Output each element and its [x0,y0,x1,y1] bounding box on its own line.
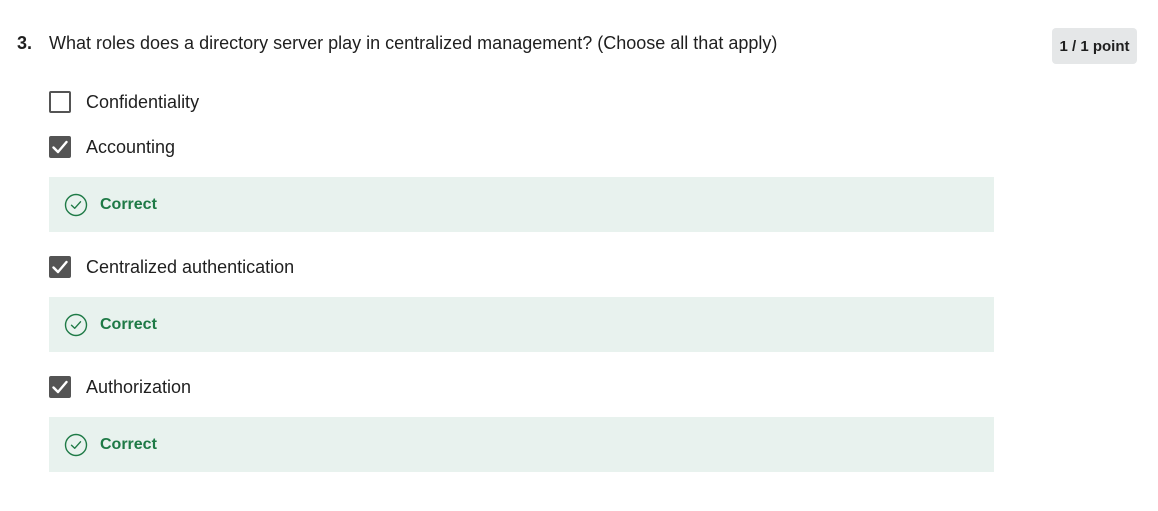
question-number: 3. [17,33,33,53]
option-accounting[interactable]: Accounting [49,132,994,162]
check-circle-icon [64,313,88,337]
option-confidentiality[interactable]: Confidentiality [49,87,994,117]
checkbox-checked[interactable] [49,376,71,398]
option-label: Authorization [86,376,192,397]
check-circle-icon [64,193,88,217]
checkmark-icon [52,140,68,154]
feedback-correct: Correct [49,297,994,352]
checkmark-icon [52,260,68,274]
points-badge: 1 / 1 point [1052,28,1137,64]
option-label: Centralized authentication [86,256,295,277]
option-centralized-authentication[interactable]: Centralized authentication [49,252,994,282]
checkbox-checked[interactable] [49,136,71,158]
option-label: Confidentiality [86,91,200,112]
checkbox-unchecked[interactable] [49,91,71,113]
answer-options: Confidentiality Accounting Correct Centr… [49,87,994,472]
option-label: Accounting [86,136,176,157]
check-circle-icon [64,433,88,457]
feedback-text: Correct [100,315,157,333]
question-text: What roles does a directory server play … [49,33,778,53]
feedback-correct: Correct [49,177,994,232]
checkmark-icon [52,380,68,394]
quiz-question: 3. What roles does a directory server pl… [0,0,1158,511]
feedback-text: Correct [100,435,157,453]
checkbox-checked[interactable] [49,256,71,278]
feedback-correct: Correct [49,417,994,472]
feedback-text: Correct [100,195,157,213]
option-authorization[interactable]: Authorization [49,372,994,402]
